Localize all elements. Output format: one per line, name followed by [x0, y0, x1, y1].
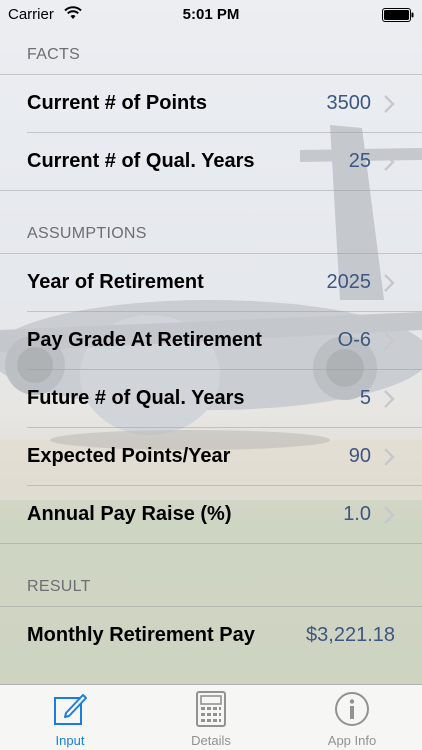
row-label: Annual Pay Raise (%)	[27, 503, 232, 525]
tab-details[interactable]: Details	[141, 685, 281, 750]
row-pay-grade[interactable]: Pay Grade At Retirement O-6	[0, 312, 422, 370]
row-value: 2025	[326, 271, 372, 293]
row-label: Pay Grade At Retirement	[27, 329, 262, 351]
row-value: 90	[348, 445, 371, 467]
row-annual-pay-raise[interactable]: Annual Pay Raise (%) 1.0	[0, 486, 422, 544]
row-value: 25	[348, 150, 371, 172]
chevron-right-icon	[383, 505, 395, 525]
row-value: 5	[359, 387, 371, 409]
clock-time: 5:01 PM	[182, 6, 240, 23]
result-value: $3,221.18	[306, 624, 395, 646]
row-label: Expected Points/Year	[27, 445, 231, 467]
row-value: O-6	[337, 329, 371, 351]
row-value: 3500	[326, 92, 372, 114]
row-label: Monthly Retirement Pay	[27, 624, 255, 646]
chevron-right-icon	[383, 331, 395, 351]
row-monthly-retirement-pay: Monthly Retirement Pay $3,221.18	[0, 607, 422, 665]
tab-app-info[interactable]: App Info	[282, 685, 422, 750]
chevron-right-icon	[383, 389, 395, 409]
tab-label: App Info	[327, 733, 377, 748]
row-label: Current # of Points	[27, 92, 208, 114]
compose-icon	[52, 691, 88, 727]
chevron-right-icon	[383, 152, 395, 172]
tab-label: Details	[191, 733, 231, 748]
section-header-assumptions: ASSUMPTIONS	[27, 225, 147, 242]
row-label: Current # of Qual. Years	[27, 150, 255, 172]
row-label: Future # of Qual. Years	[27, 387, 245, 409]
row-expected-points[interactable]: Expected Points/Year 90	[0, 428, 422, 486]
section-header-facts: FACTS	[27, 46, 81, 63]
chevron-right-icon	[383, 273, 395, 293]
chevron-right-icon	[383, 447, 395, 467]
row-current-qual-years[interactable]: Current # of Qual. Years 25	[0, 133, 422, 191]
chevron-right-icon	[383, 94, 395, 114]
row-value: 1.0	[343, 503, 371, 525]
battery-icon	[382, 8, 414, 22]
tab-label: Input	[55, 733, 85, 748]
section-header-result: RESULT	[27, 578, 91, 595]
info-icon	[334, 691, 370, 727]
row-future-qual-years[interactable]: Future # of Qual. Years 5	[0, 370, 422, 428]
tab-bar: Input Details App Info	[0, 684, 422, 750]
tab-input[interactable]: Input	[0, 685, 140, 750]
row-year-of-retirement[interactable]: Year of Retirement 2025	[0, 254, 422, 312]
row-current-points[interactable]: Current # of Points 3500	[0, 75, 422, 133]
status-bar: Carrier 5:01 PM	[0, 0, 422, 30]
row-label: Year of Retirement	[27, 271, 204, 293]
divider	[0, 190, 422, 191]
calculator-icon	[193, 691, 229, 727]
divider	[0, 543, 422, 544]
